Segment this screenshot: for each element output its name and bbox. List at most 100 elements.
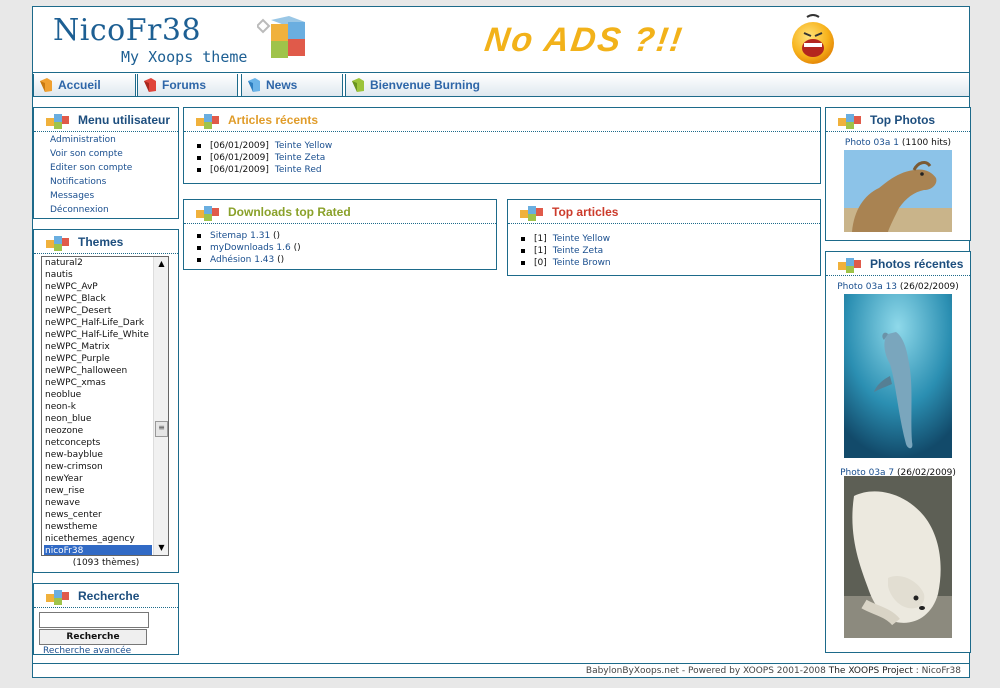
- theme-option[interactable]: neozone: [44, 425, 152, 437]
- photo-link[interactable]: Photo 03a 13: [837, 282, 897, 292]
- cubes-icon: [46, 236, 69, 251]
- search-button[interactable]: Recherche: [39, 629, 147, 645]
- theme-option[interactable]: nicoFr38: [44, 545, 152, 555]
- article-rank: [0]: [534, 258, 547, 268]
- theme-option[interactable]: neWPC_halloween: [44, 365, 152, 377]
- photo-caption: Photo 03a 13 (26/02/2009): [826, 276, 970, 294]
- theme-option[interactable]: newstheme: [44, 521, 152, 533]
- link-deconnexion[interactable]: Déconnexion: [50, 205, 178, 219]
- theme-option[interactable]: netconcepts: [44, 437, 152, 449]
- download-link[interactable]: myDownloads 1.6: [210, 243, 291, 253]
- footer-author: : NicoFr38: [912, 666, 961, 676]
- nav-label: News: [266, 78, 298, 92]
- header: NicoFr38 My Xoops theme No ADS ?!!: [33, 7, 969, 73]
- list-item: Adhésion 1.43 (): [196, 254, 496, 266]
- cubes-icon: [838, 258, 861, 273]
- download-rating: (): [290, 243, 301, 253]
- red-arrow-icon: [144, 78, 156, 92]
- top-articles-header: Top articles: [508, 200, 820, 224]
- theme-select-list[interactable]: natural2 nautis neWPC_AvP neWPC_Black neWPC_…: [41, 256, 169, 556]
- top-articles-list: [1] Teinte Yellow [1] Teinte Zeta [0] Teint…: [508, 224, 820, 269]
- nav-accueil[interactable]: Accueil: [33, 74, 136, 96]
- theme-option[interactable]: neon-k: [44, 401, 152, 413]
- list-item: Sitemap 1.31 (): [196, 230, 496, 242]
- article-link[interactable]: Teinte Brown: [553, 258, 611, 268]
- theme-option[interactable]: natural2: [44, 257, 152, 269]
- article-link[interactable]: Teinte Zeta: [275, 153, 325, 163]
- theme-option[interactable]: nicethemes_agency: [44, 533, 152, 545]
- photo-link[interactable]: Photo 03a 1: [845, 138, 899, 148]
- theme-option[interactable]: neoblue: [44, 389, 152, 401]
- link-messages[interactable]: Messages: [50, 191, 178, 205]
- green-arrow-icon: [352, 78, 364, 92]
- scroll-thumb[interactable]: ≡: [155, 421, 168, 437]
- theme-option[interactable]: nautis: [44, 269, 152, 281]
- theme-option[interactable]: neWPC_Black: [44, 293, 152, 305]
- photo-caption: Photo 03a 7 (26/02/2009): [826, 458, 970, 478]
- search-input[interactable]: [39, 612, 149, 628]
- user-menu-links: Administration Voir son compte Editer so…: [34, 132, 178, 219]
- link-notifications[interactable]: Notifications: [50, 177, 178, 191]
- block-title: Photos récentes: [870, 257, 964, 271]
- article-rank: [1]: [534, 234, 547, 244]
- nav-forums[interactable]: Forums: [137, 74, 238, 96]
- nav-news[interactable]: News: [241, 74, 343, 96]
- theme-option[interactable]: newave: [44, 497, 152, 509]
- top-photos-header: Top Photos: [826, 108, 970, 132]
- theme-option[interactable]: neWPC_Half-Life_White: [44, 329, 152, 341]
- list-item: [06/01/2009] Teinte Yellow: [196, 140, 820, 152]
- recent-articles-header: Articles récents: [184, 108, 820, 132]
- user-menu-header: Menu utilisateur: [34, 108, 178, 132]
- scroll-up-icon[interactable]: ▲: [154, 257, 168, 271]
- cubes-icon: [46, 590, 69, 605]
- recent-articles-block: Articles récents [06/01/2009] Teinte Yell…: [183, 107, 821, 184]
- link-administration[interactable]: Administration: [50, 135, 178, 149]
- xoops-project-link[interactable]: The XOOPS Project: [829, 666, 913, 676]
- theme-list-scrollbar[interactable]: ▲ ≡ ▼: [153, 257, 168, 555]
- article-link[interactable]: Teinte Yellow: [275, 141, 332, 151]
- theme-option[interactable]: neWPC_Matrix: [44, 341, 152, 353]
- link-voir-compte[interactable]: Voir son compte: [50, 149, 178, 163]
- list-item: [06/01/2009] Teinte Red: [196, 164, 820, 176]
- scroll-down-icon[interactable]: ▼: [154, 541, 168, 555]
- footer: BabylonByXoops.net - Powered by XOOPS 20…: [33, 663, 969, 678]
- theme-option[interactable]: neon_blue: [44, 413, 152, 425]
- block-title: Themes: [78, 235, 124, 249]
- theme-option[interactable]: neWPC_Desert: [44, 305, 152, 317]
- theme-option[interactable]: neWPC_Purple: [44, 353, 152, 365]
- polar-bear-photo[interactable]: [844, 476, 952, 638]
- link-editer-compte[interactable]: Editer son compte: [50, 163, 178, 177]
- themes-header: Themes: [34, 230, 178, 254]
- block-title: Recherche: [78, 589, 140, 603]
- nav-bienvenue[interactable]: Bienvenue Burning: [345, 74, 969, 96]
- theme-option[interactable]: neWPC_AvP: [44, 281, 152, 293]
- advanced-search-link[interactable]: Recherche avancée: [43, 646, 131, 656]
- download-link[interactable]: Adhésion 1.43: [210, 255, 274, 265]
- theme-option[interactable]: new_rise: [44, 485, 152, 497]
- theme-option[interactable]: news_center: [44, 509, 152, 521]
- orange-arrow-icon: [40, 78, 52, 92]
- theme-option[interactable]: new-bayblue: [44, 449, 152, 461]
- logo-title[interactable]: NicoFr38: [53, 13, 201, 48]
- shouting-smiley-icon: [792, 14, 834, 64]
- page: NicoFr38 My Xoops theme No ADS ?!! Accue…: [32, 6, 971, 678]
- theme-option[interactable]: newYear: [44, 473, 152, 485]
- article-link[interactable]: Teinte Yellow: [553, 234, 610, 244]
- article-link[interactable]: Teinte Zeta: [553, 246, 603, 256]
- theme-option[interactable]: neWPC_xmas: [44, 377, 152, 389]
- theme-option[interactable]: neWPC_Half-Life_Dark: [44, 317, 152, 329]
- download-link[interactable]: Sitemap 1.31: [210, 231, 270, 241]
- cubes-icon: [520, 206, 543, 221]
- dolphin-photo[interactable]: [844, 294, 952, 458]
- block-title: Top Photos: [870, 113, 936, 127]
- no-ads-banner: No ADS ?!!: [482, 21, 686, 59]
- recent-photos-block: Photos récentes Photo 03a 13 (26/02/2009…: [825, 251, 971, 653]
- block-title: Menu utilisateur: [78, 113, 171, 127]
- article-date: [06/01/2009]: [210, 165, 269, 175]
- article-link[interactable]: Teinte Red: [275, 165, 322, 175]
- user-menu-block: Menu utilisateur Administration Voir son…: [33, 107, 179, 219]
- nav-label: Forums: [162, 78, 207, 92]
- camel-photo[interactable]: [844, 150, 952, 232]
- cubes-icon: [196, 114, 219, 129]
- theme-option[interactable]: new-crimson: [44, 461, 152, 473]
